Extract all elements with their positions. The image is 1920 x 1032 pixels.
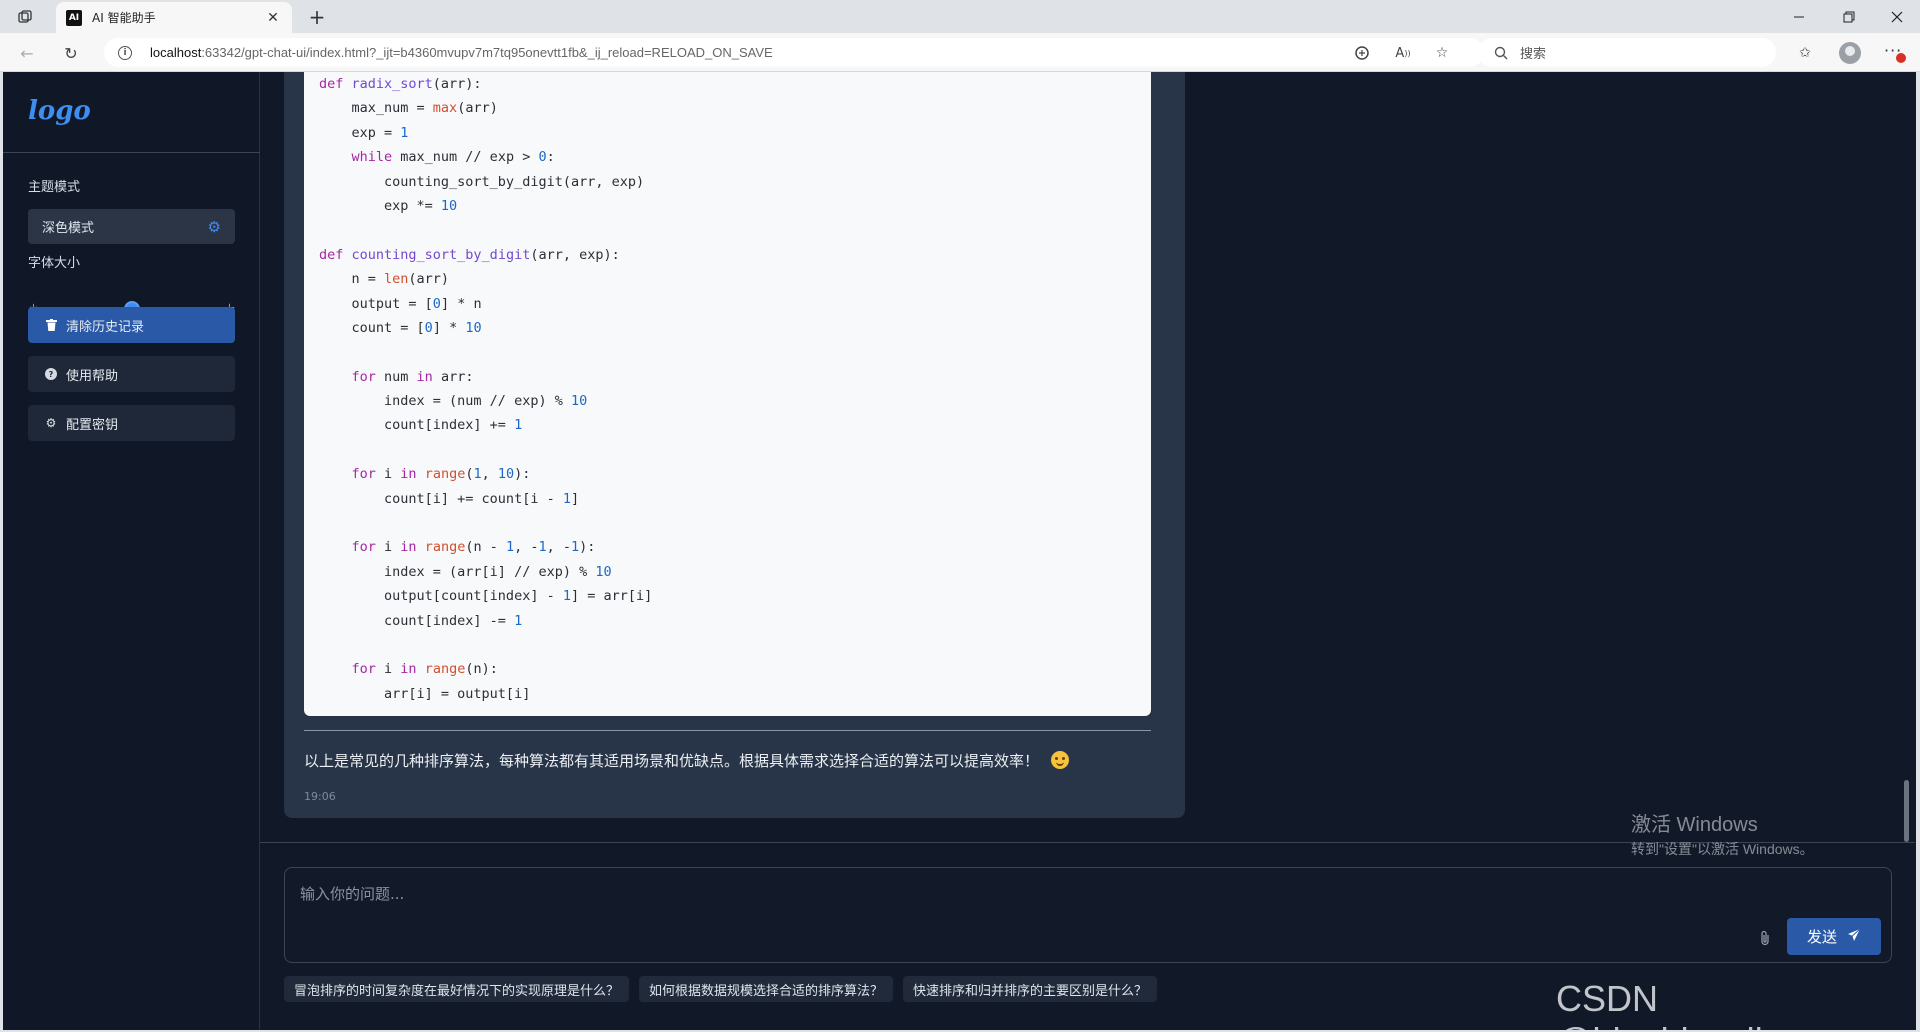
config-key-label: 配置密钥 bbox=[66, 417, 119, 433]
code-line: exp = 1 bbox=[319, 124, 409, 141]
sidebar-divider bbox=[3, 152, 260, 153]
windows-activation-watermark: 激活 Windows 转到"设置"以激活 Windows。 bbox=[1631, 808, 1814, 859]
search-icon bbox=[1494, 46, 1508, 59]
refresh-icon[interactable]: ↻ bbox=[60, 42, 82, 64]
code-line: exp *= 10 bbox=[319, 197, 458, 214]
suggestion-chip[interactable]: 快速排序和归并排序的主要区别是什么？ bbox=[903, 976, 1158, 1002]
code-line: count[i] += count[i - 1] bbox=[319, 490, 580, 507]
gear-icon: ⚙ bbox=[207, 217, 221, 236]
suggestion-chip[interactable]: 冒泡排序的时间复杂度在最好情况下的实现原理是什么？ bbox=[284, 976, 630, 1002]
question-input-placeholder: 输入你的问题... bbox=[300, 885, 405, 903]
more-menu-icon[interactable]: ··· bbox=[1884, 41, 1906, 63]
csdn-watermark: CSDN @bingbingyihao bbox=[1556, 978, 1815, 1032]
trash-icon bbox=[44, 318, 58, 332]
svg-text:?: ? bbox=[49, 370, 54, 379]
restore-button[interactable] bbox=[1826, 0, 1872, 33]
chat-scrollbar[interactable] bbox=[1904, 72, 1909, 842]
site-info-icon[interactable]: i bbox=[118, 45, 132, 60]
code-line: n = len(arr) bbox=[319, 271, 450, 288]
code-line: for i in range(1, 10): bbox=[319, 466, 531, 483]
browser-tab-bar: AI AI 智能助手 ✕ + bbox=[0, 0, 1920, 33]
search-placeholder: 搜索 bbox=[1520, 47, 1547, 62]
minimize-button[interactable] bbox=[1776, 0, 1822, 33]
code-line: count = [0] * 10 bbox=[319, 319, 482, 336]
chat-messages: def radix_sort(arr): max_num = max(arr) … bbox=[260, 72, 1915, 842]
notification-badge bbox=[1896, 53, 1906, 63]
code-line: counting_sort_by_digit(arr, exp) bbox=[319, 173, 645, 190]
tab-title: AI 智能助手 bbox=[92, 11, 156, 25]
suggestion-chips: 冒泡排序的时间复杂度在最好情况下的实现原理是什么？ 如何根据数据规模选择合适的排… bbox=[284, 976, 1158, 1002]
logo[interactable]: logo bbox=[28, 96, 91, 126]
profile-avatar[interactable] bbox=[1839, 42, 1861, 64]
font-size-label: 字体大小 bbox=[28, 256, 81, 271]
suggestion-chip[interactable]: 如何根据数据规模选择合适的排序算法？ bbox=[639, 976, 894, 1002]
code-line: max_num = max(arr) bbox=[319, 100, 498, 117]
code-line: count[index] -= 1 bbox=[319, 612, 523, 629]
clear-history-label: 清除历史记录 bbox=[66, 319, 145, 335]
code-line: count[index] += 1 bbox=[319, 417, 523, 434]
browser-search-box[interactable]: 搜索 bbox=[1478, 38, 1776, 67]
browser-address-bar: ← ↻ i localhost:63342/gpt-chat-ui/index.… bbox=[0, 33, 1920, 72]
cog-icon: ⚙ bbox=[45, 416, 57, 430]
message-summary: 以上是常见的几种排序算法，每种算法都有其适用场景和优缺点。根据具体需求选择合适的… bbox=[304, 750, 1070, 771]
theme-mode-value: 深色模式 bbox=[42, 221, 95, 236]
favorites-icon[interactable]: ✩ bbox=[1795, 43, 1815, 63]
sidebar: logo 主题模式 深色模式 ⚙ 字体大小 小 大 清除历史记录 ? 使 bbox=[3, 72, 260, 1030]
message-divider bbox=[304, 730, 1151, 731]
clear-history-button[interactable]: 清除历史记录 bbox=[28, 307, 235, 343]
paperclip-icon[interactable] bbox=[1759, 930, 1771, 950]
main-panel: def radix_sort(arr): max_num = max(arr) … bbox=[260, 72, 1916, 1030]
translate-icon[interactable] bbox=[1352, 43, 1372, 63]
url-host: localhost bbox=[150, 45, 202, 60]
config-key-button[interactable]: ⚙ 配置密钥 bbox=[28, 405, 235, 441]
code-line: output = [0] * n bbox=[319, 295, 482, 312]
close-window-button[interactable] bbox=[1874, 0, 1920, 33]
help-button[interactable]: ? 使用帮助 bbox=[28, 356, 235, 392]
back-icon[interactable]: ← bbox=[16, 42, 38, 64]
read-aloud-icon[interactable]: A)) bbox=[1393, 43, 1413, 63]
send-button[interactable]: 发送 bbox=[1787, 918, 1881, 955]
code-line: index = (arr[i] // exp) % 10 bbox=[319, 563, 612, 580]
workspaces-icon[interactable] bbox=[14, 7, 36, 27]
help-label: 使用帮助 bbox=[66, 368, 119, 384]
chat-app: logo 主题模式 深色模式 ⚙ 字体大小 小 大 清除历史记录 ? 使 bbox=[3, 72, 1916, 1030]
code-line: for i in range(n - 1, -1, -1): bbox=[319, 539, 596, 556]
code-line: arr[i] = output[i] bbox=[319, 685, 531, 702]
activate-windows-title: 激活 Windows bbox=[1631, 814, 1758, 836]
new-tab-button[interactable]: + bbox=[304, 5, 330, 29]
code-line: def radix_sort(arr): bbox=[319, 76, 482, 92]
code-line: index = (num // exp) % 10 bbox=[319, 393, 588, 410]
tab-favicon-icon: AI bbox=[66, 9, 82, 26]
theme-mode-label: 主题模式 bbox=[28, 180, 81, 195]
smile-emoji-icon bbox=[1051, 751, 1070, 769]
code-line: for i in range(n): bbox=[319, 661, 498, 678]
message-summary-text: 以上是常见的几种排序算法，每种算法都有其适用场景和优缺点。根据具体需求选择合适的… bbox=[304, 752, 1040, 770]
code-line: output[count[index] - 1] = arr[i] bbox=[319, 588, 653, 605]
chat-scrollbar-thumb[interactable] bbox=[1904, 780, 1909, 842]
paper-plane-icon bbox=[1847, 928, 1861, 946]
url-text[interactable]: localhost:63342/gpt-chat-ui/index.html?_… bbox=[150, 45, 773, 60]
code-block: def radix_sort(arr): max_num = max(arr) … bbox=[304, 72, 1151, 716]
url-path: :63342/gpt-chat-ui/index.html?_ijt=b4360… bbox=[201, 45, 773, 60]
assistant-message: def radix_sort(arr): max_num = max(arr) … bbox=[284, 72, 1185, 818]
code-line: while max_num // exp > 0: bbox=[319, 149, 555, 166]
message-timestamp: 19:06 bbox=[304, 790, 336, 803]
url-field[interactable]: i localhost:63342/gpt-chat-ui/index.html… bbox=[104, 38, 1484, 67]
activate-windows-subtitle: 转到"设置"以激活 Windows。 bbox=[1631, 841, 1814, 857]
tab-close-icon[interactable]: ✕ bbox=[264, 9, 282, 27]
code-line: for num in arr: bbox=[319, 368, 474, 385]
question-circle-icon: ? bbox=[44, 367, 58, 381]
theme-mode-select[interactable]: 深色模式 ⚙ bbox=[28, 209, 235, 244]
favorite-star-icon[interactable]: ☆ bbox=[1432, 43, 1452, 63]
code-line: def counting_sort_by_digit(arr, exp): bbox=[319, 246, 620, 263]
question-input[interactable]: 输入你的问题... 发送 bbox=[284, 867, 1892, 963]
send-label: 发送 bbox=[1806, 928, 1837, 946]
browser-tab-active[interactable]: AI AI 智能助手 ✕ bbox=[56, 2, 292, 33]
